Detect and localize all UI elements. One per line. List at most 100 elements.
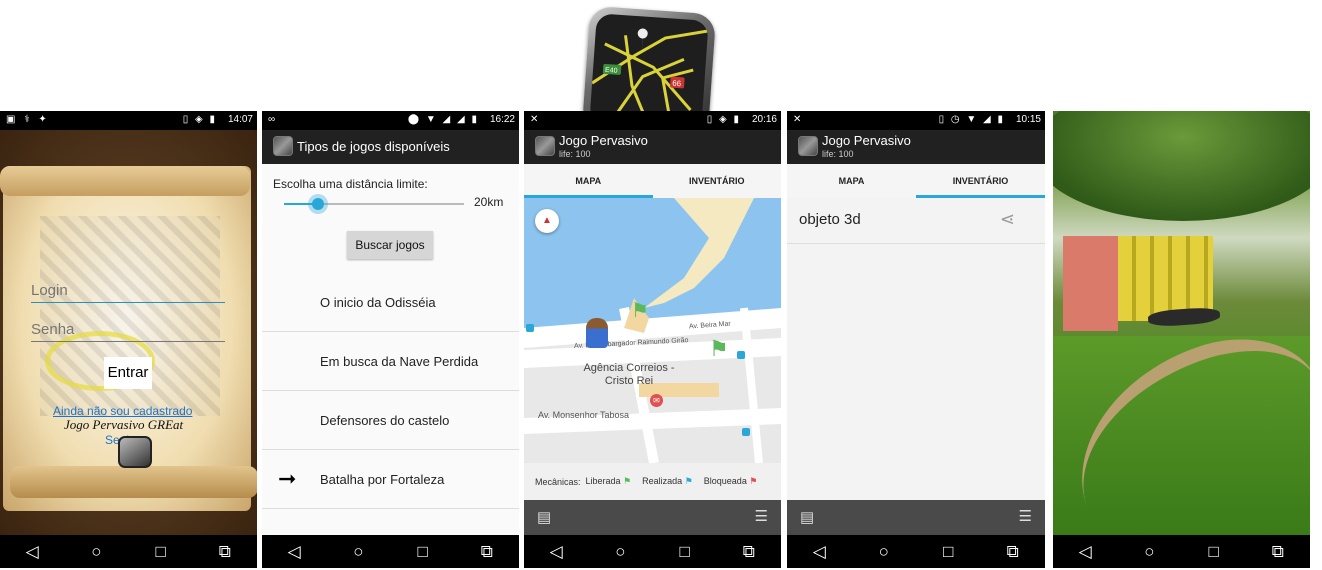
switch-icon[interactable]: ⧉ [993,542,1033,562]
back-icon[interactable]: ◁ [1065,542,1105,562]
game-list-item[interactable]: ➞ Batalha por Fortaleza [262,450,519,509]
login-screen: Entrar Ainda não sou cadastrado Jogo Per… [0,111,257,568]
sort-icon[interactable]: ☰ [755,507,768,525]
game-name: Batalha por Fortaleza [320,472,445,487]
status-right-icons: ▯ ◈ ▮ [706,114,741,125]
tab-bar: MAPA INVENTÁRIO [524,164,781,198]
status-time: 14:07 [227,114,253,125]
switch-icon[interactable]: ⧉ [205,542,245,562]
road-tag-e40: E40 [605,67,618,75]
recents-icon[interactable]: □ [928,542,968,562]
brand-title: Jogo Pervasivo GREat [64,417,184,432]
game-list-item[interactable]: Defensores do castelo [262,391,519,450]
flag-blue-icon: ⚑ [684,476,693,486]
game-types-screen: ∞ ⬤ ▼ ◢ ◢ ▮ 16:22 Tipos de jogos disponí… [262,111,519,568]
password-field[interactable] [31,318,225,342]
recents-icon[interactable]: □ [403,542,443,562]
nav-bar: ◁ ○ □ ⧉ [524,535,781,568]
pink-building [1063,236,1118,331]
slider-thumb[interactable] [308,194,329,214]
inventory-item[interactable]: objeto 3d ⋖ [787,201,1045,244]
legend-liberada: Liberada ⚑ [585,476,632,486]
back-icon[interactable]: ◁ [536,542,576,562]
home-icon[interactable]: ○ [600,542,640,562]
game-name: Defensores do castelo [320,413,450,428]
game-list-item[interactable]: O inicio da Odisséia [262,273,519,332]
back-icon[interactable]: ◁ [274,542,314,562]
status-bar: ✕ ▯ ◈ ▮ 20:16 [524,111,781,130]
switch-icon[interactable]: ⧉ [729,542,769,562]
tab-inventory[interactable]: INVENTÁRIO [653,164,782,198]
nav-bar: ◁ ○ □ ⧉ [787,535,1045,568]
enter-button[interactable]: Entrar [104,357,152,389]
game-list-item[interactable]: Em busca da Nave Perdida [262,332,519,391]
search-games-button[interactable]: Buscar jogos [347,231,433,259]
game-name: Em busca da Nave Perdida [320,354,479,369]
camera-view[interactable] [1053,111,1310,535]
scroll-top-roll [0,166,250,196]
home-icon[interactable]: ○ [1129,542,1169,562]
place-label-correios: Agência Correios - Cristo Rei [583,362,675,387]
tab-inventory[interactable]: INVENTÁRIO [916,164,1045,198]
bus-stop-icon [742,428,750,436]
arrow-right-icon: ➞ [278,466,297,491]
home-icon[interactable]: ○ [338,542,378,562]
sort-icon[interactable]: ☰ [1019,507,1032,525]
game-title: Jogo Pervasivo [559,133,648,148]
status-bar: ∞ ⬤ ▼ ◢ ◢ ▮ 16:22 [262,111,519,130]
tree-canopy [1053,111,1310,221]
recents-icon[interactable]: □ [1194,542,1234,562]
status-bar: ✕ ▯ ◷ ▼ ◢ ▮ 10:15 [787,111,1045,130]
recents-icon[interactable]: □ [141,542,181,562]
register-link[interactable]: Ainda não sou cadastrado [53,404,192,418]
status-left-icons: ✕ [793,114,805,125]
player-avatar-icon[interactable] [586,318,608,348]
compass-icon[interactable]: ▲ [535,209,559,233]
login-field[interactable] [31,279,225,303]
status-time: 20:16 [751,114,777,125]
nav-bar: ◁ ○ □ ⧉ [262,535,519,568]
tab-map[interactable]: MAPA [524,164,653,198]
game-name: O inicio da Odisséia [320,295,436,310]
nav-bar: ◁ ○ □ ⧉ [0,535,257,568]
flag-red-icon: ⚑ [749,476,758,486]
status-time: 10:15 [1015,114,1041,125]
game-list: O inicio da Odisséia Em busca da Nave Per… [262,273,519,509]
home-icon[interactable]: ○ [76,542,116,562]
share-icon[interactable]: ⋖ [1000,209,1015,230]
nav-bar: ◁ ○ □ ⧉ [1053,535,1310,568]
flag-marker-icon[interactable]: ⚑ [631,298,649,323]
life-label: life: 100 [822,149,854,159]
bottom-toolbar: ▤ ☰ [787,500,1045,535]
distance-slider[interactable] [284,194,464,214]
mechanics-legend: Mecânicas: Liberada ⚑ Realizada ⚑ Bloque… [524,463,781,500]
item-name: objeto 3d [799,211,861,228]
map-view[interactable]: ▲ Av. Beira Mar Av. Desembargador Raimun… [524,198,781,463]
clipboard-icon[interactable]: ▤ [537,508,551,526]
flag-marker-icon[interactable]: ⚑ [709,336,729,362]
tab-map[interactable]: MAPA [787,164,916,198]
app-icon [535,136,555,156]
flag-green-icon: ⚑ [623,476,632,486]
status-left-icons: ✕ [530,114,542,125]
action-bar: Tipos de jogos disponíveis [262,130,519,164]
recents-icon[interactable]: □ [665,542,705,562]
legend-prefix: Mecânicas: [535,476,581,487]
home-icon[interactable]: ○ [864,542,904,562]
street-label-monsenhor: Av. Monsenhor Tabosa [538,410,630,420]
back-icon[interactable]: ◁ [799,542,839,562]
game-map-screen: ✕ ▯ ◈ ▮ 20:16 Jogo Pervasivo life: 100 M… [524,111,781,568]
legend-bloqueada: Bloqueada ⚑ [703,476,758,486]
status-right-icons: ▯ ◈ ▮ [182,114,217,125]
clipboard-icon[interactable]: ▤ [800,508,814,526]
switch-icon[interactable]: ⧉ [1258,542,1298,562]
ar-camera-screen: ◁ ○ □ ⧉ [1053,111,1310,568]
bottom-toolbar: ▤ ☰ [524,500,781,535]
switch-icon[interactable]: ⧉ [467,542,507,562]
back-icon[interactable]: ◁ [12,542,52,562]
screen-title: Tipos de jogos disponíveis [297,139,450,154]
bus-stop-icon [526,324,534,332]
status-bar: ▣ ⚕ ✦ ▯ ◈ ▮ 14:07 [0,111,257,130]
app-icon [273,136,293,156]
scroll-bottom-roll [10,466,257,498]
